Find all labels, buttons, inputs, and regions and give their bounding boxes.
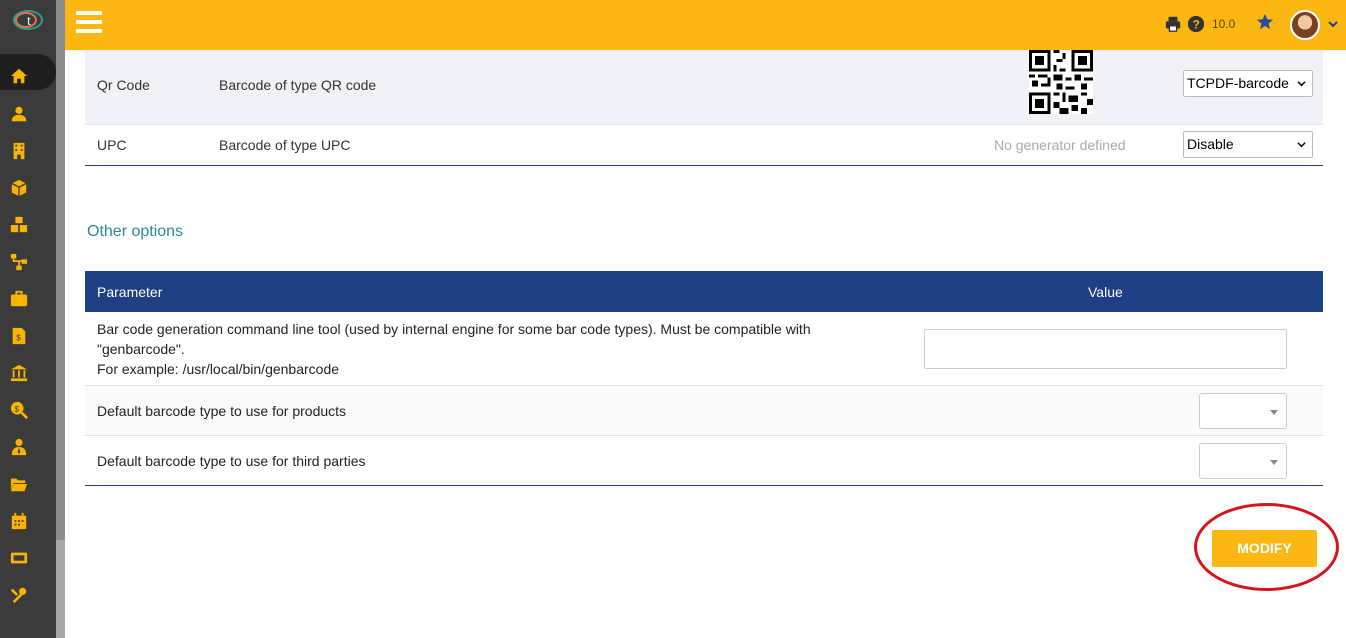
barcode-name: UPC bbox=[97, 137, 127, 153]
svg-text:$: $ bbox=[16, 334, 21, 343]
genbarcode-description: Bar code generation command line tool (u… bbox=[97, 321, 811, 377]
ticket-icon[interactable] bbox=[9, 548, 29, 568]
svg-text:?: ? bbox=[1193, 19, 1200, 32]
version-label: 10.0 bbox=[1212, 17, 1236, 31]
barcode-description: Barcode of type QR code bbox=[219, 77, 377, 93]
generator-select-qrcode[interactable]: TCPDF-barcode bbox=[1183, 70, 1313, 97]
svg-text:$: $ bbox=[15, 405, 20, 414]
calendar-icon[interactable] bbox=[9, 511, 29, 531]
thirdparties-barcode-type-select[interactable] bbox=[1199, 443, 1287, 479]
scrollbar-thumb[interactable] bbox=[56, 0, 65, 540]
user-icon[interactable] bbox=[9, 104, 29, 124]
thirdparties-barcode-label: Default barcode type to use for third pa… bbox=[97, 453, 366, 469]
home-icon[interactable] bbox=[9, 66, 29, 86]
building-icon[interactable] bbox=[9, 141, 29, 161]
products-barcode-type-select[interactable] bbox=[1199, 393, 1287, 429]
sitemap-icon[interactable] bbox=[9, 252, 29, 272]
avatar[interactable] bbox=[1290, 10, 1320, 40]
table-row: Bar code generation command line tool (u… bbox=[85, 312, 1323, 386]
qr-code-preview bbox=[1029, 50, 1093, 114]
chevron-down-icon bbox=[1297, 142, 1306, 148]
folder-open-icon[interactable] bbox=[9, 474, 29, 494]
dolibarr-logo[interactable]: t bbox=[12, 8, 44, 32]
genbarcode-path-input[interactable] bbox=[924, 329, 1287, 369]
hamburger-icon[interactable] bbox=[76, 11, 102, 33]
chevron-down-icon[interactable] bbox=[1327, 17, 1339, 29]
section-title-other-options: Other options bbox=[87, 223, 184, 240]
left-sidebar: t $ $ bbox=[0, 0, 56, 638]
cubes-icon[interactable] bbox=[9, 215, 29, 235]
annotation-circle bbox=[1194, 503, 1339, 591]
briefcase-icon[interactable] bbox=[9, 289, 29, 309]
caret-down-icon bbox=[1270, 410, 1278, 415]
table-row: Default barcode type to use for third pa… bbox=[85, 436, 1323, 485]
barcode-row-upc: UPC Barcode of type UPC No generator def… bbox=[85, 125, 1323, 166]
bank-icon[interactable] bbox=[9, 363, 29, 383]
tools-icon[interactable] bbox=[9, 585, 29, 605]
products-barcode-label: Default barcode type to use for products bbox=[97, 403, 347, 419]
barcode-description: Barcode of type UPC bbox=[219, 137, 351, 153]
invoice-icon[interactable]: $ bbox=[9, 326, 29, 346]
user-tie-icon[interactable] bbox=[9, 437, 29, 457]
box-icon[interactable] bbox=[9, 178, 29, 198]
chevron-down-icon bbox=[1297, 81, 1306, 87]
table-bottom-border bbox=[85, 485, 1323, 486]
column-header-value: Value bbox=[1088, 284, 1123, 300]
table-header: Parameter Value bbox=[85, 271, 1323, 312]
column-header-parameter: Parameter bbox=[97, 284, 163, 300]
top-bar: ? 10.0 bbox=[65, 0, 1346, 50]
svg-text:t: t bbox=[27, 14, 31, 29]
table-row: Default barcode type to use for products bbox=[85, 386, 1323, 436]
search-dollar-icon[interactable]: $ bbox=[9, 400, 29, 420]
caret-down-icon bbox=[1270, 460, 1278, 465]
printer-icon[interactable] bbox=[1164, 15, 1184, 35]
sidebar-scrollbar[interactable] bbox=[56, 0, 65, 638]
barcode-row-qrcode: Qr Code Barcode of type QR code TCPDF-ba… bbox=[85, 50, 1323, 125]
barcode-name: Qr Code bbox=[97, 77, 150, 93]
star-icon[interactable] bbox=[1256, 13, 1276, 33]
help-circle-icon[interactable]: ? bbox=[1187, 15, 1207, 35]
generator-select-upc[interactable]: Disable bbox=[1183, 131, 1313, 158]
no-generator-text: No generator defined bbox=[994, 137, 1126, 153]
